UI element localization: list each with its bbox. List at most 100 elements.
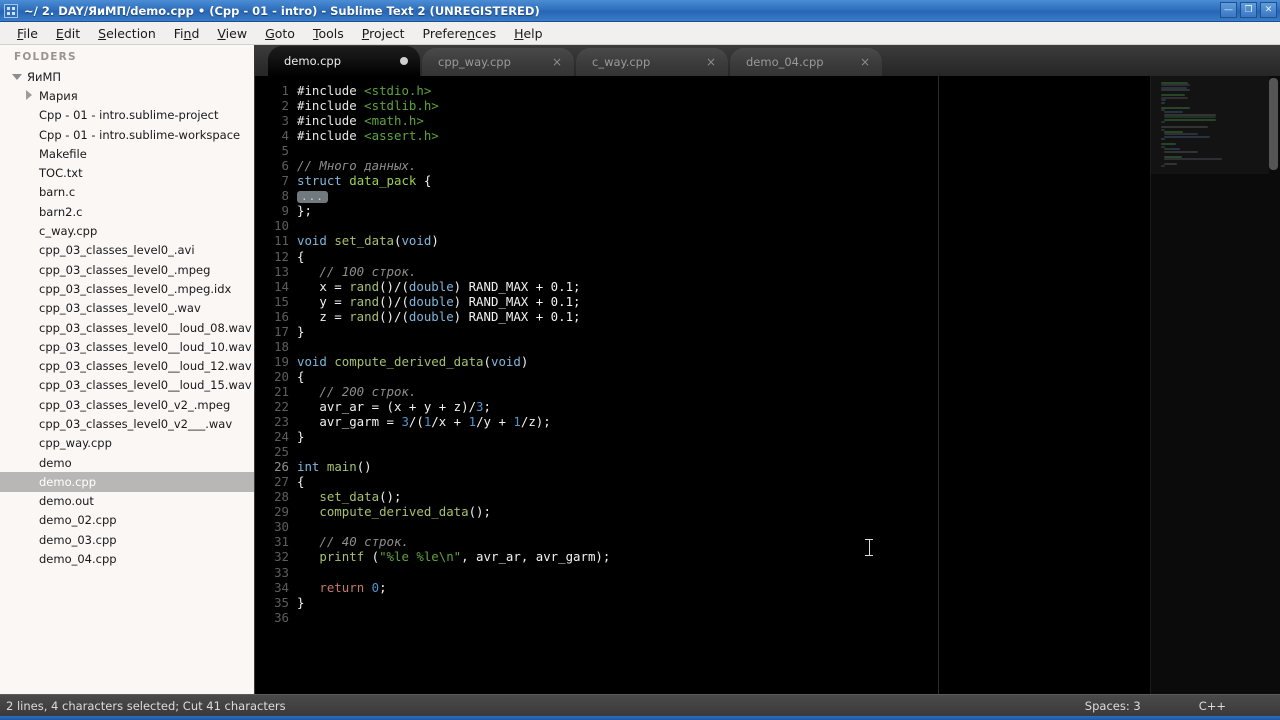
code-text[interactable]: // 200 строк. — [297, 384, 416, 399]
sidebar-item[interactable]: demo_02.cpp — [0, 511, 254, 530]
indent-setting[interactable]: Spaces: 3 — [1085, 699, 1141, 713]
tab-cpp_way-cpp[interactable]: cpp_way.cpp × — [422, 48, 574, 76]
code-line: 21 // 200 строк. — [255, 384, 1280, 399]
file-spacer-icon — [24, 438, 35, 449]
sidebar-item-label: demo_04.cpp — [39, 552, 117, 567]
code-text[interactable]: set_data(); — [297, 489, 401, 504]
code-editor[interactable]: 1 #include <stdio.h> 2 #include <stdlib.h> 3… — [255, 76, 1280, 694]
sidebar-item[interactable]: Мария — [0, 86, 254, 105]
code-line: 5 — [255, 143, 1280, 158]
code-text[interactable]: { — [297, 249, 304, 264]
file-spacer-icon — [24, 129, 35, 140]
code-text[interactable]: void compute_derived_data(void) — [297, 354, 528, 369]
code-text[interactable]: struct data_pack { — [297, 173, 431, 188]
code-text[interactable]: void set_data(void) — [297, 233, 439, 248]
sidebar-item[interactable]: c_way.cpp — [0, 221, 254, 240]
sidebar-item[interactable]: cpp_03_classes_level0_.mpeg — [0, 260, 254, 279]
code-text[interactable]: #include <assert.h> — [297, 128, 439, 143]
menu-find[interactable]: Find — [165, 24, 209, 43]
menu-project[interactable]: Project — [353, 24, 414, 43]
sidebar-item[interactable]: cpp_03_classes_level0_.wav — [0, 299, 254, 318]
code-text[interactable]: x = rand()/(double) RAND_MAX + 0.1; — [297, 279, 580, 294]
menu-edit[interactable]: Edit — [47, 24, 89, 43]
code-text[interactable]: avr_ar = (x + y + z)/3; — [297, 399, 491, 414]
sidebar-item[interactable]: cpp_03_classes_level0_v2_.mpeg — [0, 395, 254, 414]
code-text[interactable]: avr_garm = 3/(1/x + 1/y + 1/z); — [297, 414, 550, 429]
code-text[interactable]: int main() — [297, 459, 372, 474]
sidebar-item[interactable]: demo_03.cpp — [0, 530, 254, 549]
tab-demo_04-cpp[interactable]: demo_04.cpp × — [730, 48, 882, 76]
close-icon[interactable]: × — [552, 55, 562, 69]
code-text[interactable]: #include <stdio.h> — [297, 83, 431, 98]
menu-file[interactable]: File — [8, 24, 47, 43]
menu-goto[interactable]: Goto — [256, 24, 304, 43]
sidebar-item[interactable]: demo_04.cpp — [0, 549, 254, 568]
sidebar-item[interactable]: cpp_03_classes_level0__loud_08.wav — [0, 318, 254, 337]
close-button[interactable]: ✕ — [1260, 2, 1277, 18]
chevron-right-icon[interactable] — [24, 90, 35, 101]
vertical-scrollbar[interactable] — [1269, 78, 1278, 170]
sidebar-item[interactable]: cpp_03_classes_level0__loud_12.wav — [0, 356, 254, 375]
menu-view[interactable]: View — [208, 24, 256, 43]
code-text[interactable]: ... — [297, 188, 328, 203]
code-text[interactable]: compute_derived_data(); — [297, 504, 491, 519]
menu-help[interactable]: Help — [505, 24, 552, 43]
code-text[interactable]: printf ("%le %le\n", avr_ar, avr_garm); — [297, 549, 610, 564]
sidebar-item-label: barn2.c — [39, 204, 83, 219]
sidebar-item[interactable]: cpp_way.cpp — [0, 434, 254, 453]
menu-tools[interactable]: Tools — [304, 24, 353, 43]
code-text[interactable]: } — [297, 429, 304, 444]
sidebar-item[interactable]: cpp_03_classes_level0_.mpeg.idx — [0, 279, 254, 298]
line-number: 2 — [281, 98, 289, 114]
sidebar-root-label: ЯиМП — [27, 69, 62, 84]
line-number: 13 — [274, 263, 289, 279]
minimap[interactable] — [1150, 76, 1280, 694]
code-text[interactable]: } — [297, 595, 304, 610]
code-text[interactable]: { — [297, 369, 304, 384]
close-icon[interactable]: × — [706, 55, 716, 69]
sidebar-item[interactable]: cpp_03_classes_level0_.avi — [0, 241, 254, 260]
code-text[interactable]: { — [297, 474, 304, 489]
code-text[interactable]: #include <math.h> — [297, 113, 424, 128]
tab-c_way-cpp[interactable]: c_way.cpp × — [576, 48, 728, 76]
menu-selection[interactable]: Selection — [89, 24, 165, 43]
maximize-button[interactable]: ❐ — [1240, 2, 1257, 18]
line-number: 20 — [274, 368, 289, 384]
folded-code-marker[interactable]: ... — [297, 190, 328, 203]
sidebar-item[interactable]: cpp_03_classes_level0__loud_15.wav — [0, 376, 254, 395]
sidebar-item[interactable]: Cpp - 01 - intro.sublime-workspace — [0, 125, 254, 144]
sidebar-item[interactable]: barn2.c — [0, 202, 254, 221]
tab-demo-cpp[interactable]: demo.cpp — [268, 46, 420, 76]
sidebar-item[interactable]: Cpp - 01 - intro.sublime-project — [0, 106, 254, 125]
sidebar-item-label: cpp_03_classes_level0_v2___.wav — [39, 416, 233, 431]
file-spacer-icon — [24, 148, 35, 159]
code-text[interactable]: // 100 строк. — [297, 264, 416, 279]
close-icon[interactable]: × — [860, 55, 870, 69]
syntax-setting[interactable]: C++ — [1199, 699, 1226, 713]
code-text[interactable]: // Много данных. — [297, 158, 416, 173]
code-text[interactable]: }; — [297, 203, 312, 218]
code-text[interactable]: y = rand()/(double) RAND_MAX + 0.1; — [297, 294, 580, 309]
chevron-down-icon[interactable] — [12, 71, 23, 82]
sidebar-item[interactable]: cpp_03_classes_level0__loud_10.wav — [0, 337, 254, 356]
code-text[interactable]: // 40 строк. — [297, 534, 409, 549]
sidebar-item-label: Makefile — [39, 146, 87, 161]
code-line: 22 avr_ar = (x + y + z)/3; — [255, 399, 1280, 414]
minimize-button[interactable]: — — [1220, 2, 1237, 18]
code-text[interactable]: } — [297, 324, 304, 339]
sidebar-item[interactable]: Makefile — [0, 144, 254, 163]
sidebar-root-folder[interactable]: ЯиМП — [0, 67, 254, 86]
line-number: 27 — [274, 474, 289, 490]
menu-bar: File Edit Selection Find View Goto Tools Projec… — [0, 22, 1280, 45]
sidebar-item[interactable]: cpp_03_classes_level0_v2___.wav — [0, 414, 254, 433]
code-text[interactable]: #include <stdlib.h> — [297, 98, 439, 113]
sidebar-item[interactable]: demo — [0, 453, 254, 472]
sidebar-item[interactable]: TOC.txt — [0, 163, 254, 182]
code-text[interactable]: z = rand()/(double) RAND_MAX + 0.1; — [297, 309, 580, 324]
sidebar-item[interactable]: barn.c — [0, 183, 254, 202]
menu-preferences[interactable]: Preferences — [414, 24, 506, 43]
sidebar-item-selected[interactable]: demo.cpp — [0, 472, 254, 492]
unsaved-changes-icon[interactable] — [400, 57, 408, 65]
code-text[interactable]: return 0; — [297, 580, 386, 595]
sidebar-item[interactable]: demo.out — [0, 492, 254, 511]
